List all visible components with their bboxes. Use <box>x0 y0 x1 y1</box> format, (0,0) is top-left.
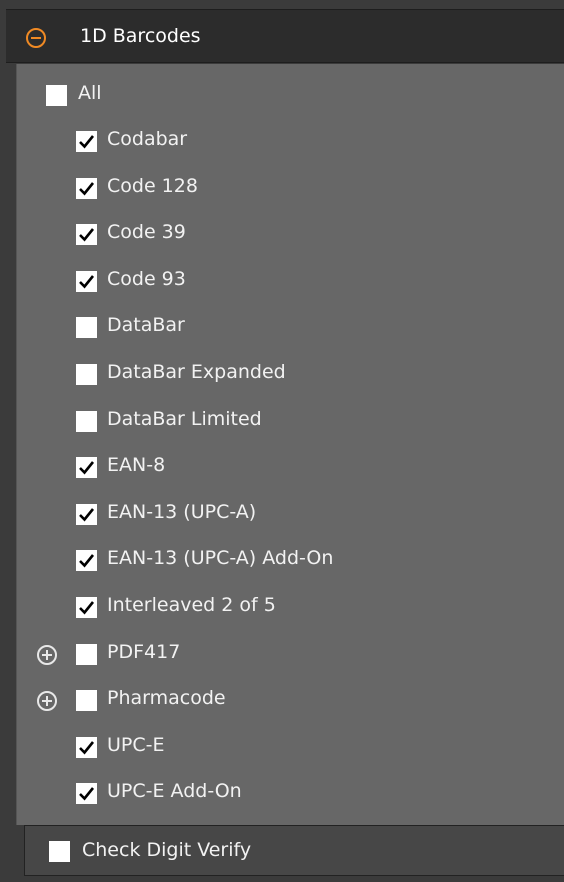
expand-plus-circle-icon[interactable] <box>36 690 58 712</box>
checkbox-ean-13-upc-a[interactable] <box>76 504 97 525</box>
option-all[interactable]: All <box>46 71 246 117</box>
symbology-label: EAN-13 (UPC-A) <box>107 501 257 523</box>
checkbox-interleaved-2-of-5[interactable] <box>76 597 97 618</box>
symbology-label: Code 128 <box>107 175 198 197</box>
symbology-label: DataBar Limited <box>107 408 262 430</box>
symbology-item-upc-e-add-on[interactable]: UPC-E Add-On <box>17 770 557 816</box>
option-label: All <box>78 82 102 104</box>
checkbox-pharmacode[interactable] <box>76 690 97 711</box>
symbology-label: Interleaved 2 of 5 <box>107 594 276 616</box>
symbology-item-databar-limited[interactable]: DataBar Limited <box>17 398 557 444</box>
checkbox-codabar[interactable] <box>76 131 97 152</box>
symbology-label: EAN-8 <box>107 454 166 476</box>
checkbox-check-digit-verify[interactable] <box>49 841 70 862</box>
symbology-label: UPC-E Add-On <box>107 780 242 802</box>
symbology-item-code-93[interactable]: Code 93 <box>17 258 557 304</box>
symbology-label: UPC-E <box>107 734 165 756</box>
checkbox-databar-expanded[interactable] <box>76 364 97 385</box>
collapse-minus-circle-icon[interactable] <box>25 27 47 49</box>
expand-plus-circle-icon[interactable] <box>36 644 58 666</box>
symbology-item-upc-e[interactable]: UPC-E <box>17 724 557 770</box>
symbology-label: DataBar Expanded <box>107 361 286 383</box>
symbology-item-ean-13-upc-a[interactable]: EAN-13 (UPC-A) <box>17 491 557 537</box>
symbology-label: Pharmacode <box>107 687 226 709</box>
symbology-item-ean-8[interactable]: EAN-8 <box>17 444 557 490</box>
checkbox-upc-e-add-on[interactable] <box>76 783 97 804</box>
checkbox-ean-8[interactable] <box>76 457 97 478</box>
checkbox-all[interactable] <box>46 85 67 106</box>
symbology-item-pdf417[interactable]: PDF417 <box>17 631 557 677</box>
symbology-label: DataBar <box>107 314 185 336</box>
symbology-label: Codabar <box>107 128 188 150</box>
checkbox-databar[interactable] <box>76 317 97 338</box>
symbology-item-code-39[interactable]: Code 39 <box>17 211 557 257</box>
symbology-item-ean-13-upc-a-add-on[interactable]: EAN-13 (UPC-A) Add-On <box>17 537 557 583</box>
symbology-item-databar-expanded[interactable]: DataBar Expanded <box>17 351 557 397</box>
symbology-item-codabar[interactable]: Codabar <box>17 118 557 164</box>
symbology-label: PDF417 <box>107 641 181 663</box>
symbology-item-code-128[interactable]: Code 128 <box>17 165 557 211</box>
checkbox-code-39[interactable] <box>76 224 97 245</box>
symbology-label: Code 93 <box>107 268 186 290</box>
group-title: 1D Barcodes <box>80 25 201 47</box>
symbology-item-databar[interactable]: DataBar <box>17 304 557 350</box>
checkbox-code-128[interactable] <box>76 178 97 199</box>
symbology-label: Code 39 <box>107 221 186 243</box>
checkbox-code-93[interactable] <box>76 271 97 292</box>
symbology-label: EAN-13 (UPC-A) Add-On <box>107 547 334 569</box>
check-digit-verify-label: Check Digit Verify <box>82 839 252 861</box>
symbology-item-interleaved-2-of-5[interactable]: Interleaved 2 of 5 <box>17 584 557 630</box>
checkbox-databar-limited[interactable] <box>76 411 97 432</box>
barcode-settings-panel: 1D Barcodes All Codabar Code 128 Code 39 Co… <box>0 0 564 882</box>
checkbox-pdf417[interactable] <box>76 644 97 665</box>
check-digit-verify-row[interactable]: Check Digit Verify <box>24 825 564 876</box>
checkbox-upc-e[interactable] <box>76 737 97 758</box>
symbology-list: All Codabar Code 128 Code 39 Code 93 DataBar… <box>16 64 564 826</box>
footer-spacer <box>8 825 24 882</box>
symbology-item-pharmacode[interactable]: Pharmacode <box>17 677 557 723</box>
checkbox-ean-13-upc-a-add-on[interactable] <box>76 550 97 571</box>
group-header-1d-barcodes[interactable]: 1D Barcodes <box>6 9 564 63</box>
